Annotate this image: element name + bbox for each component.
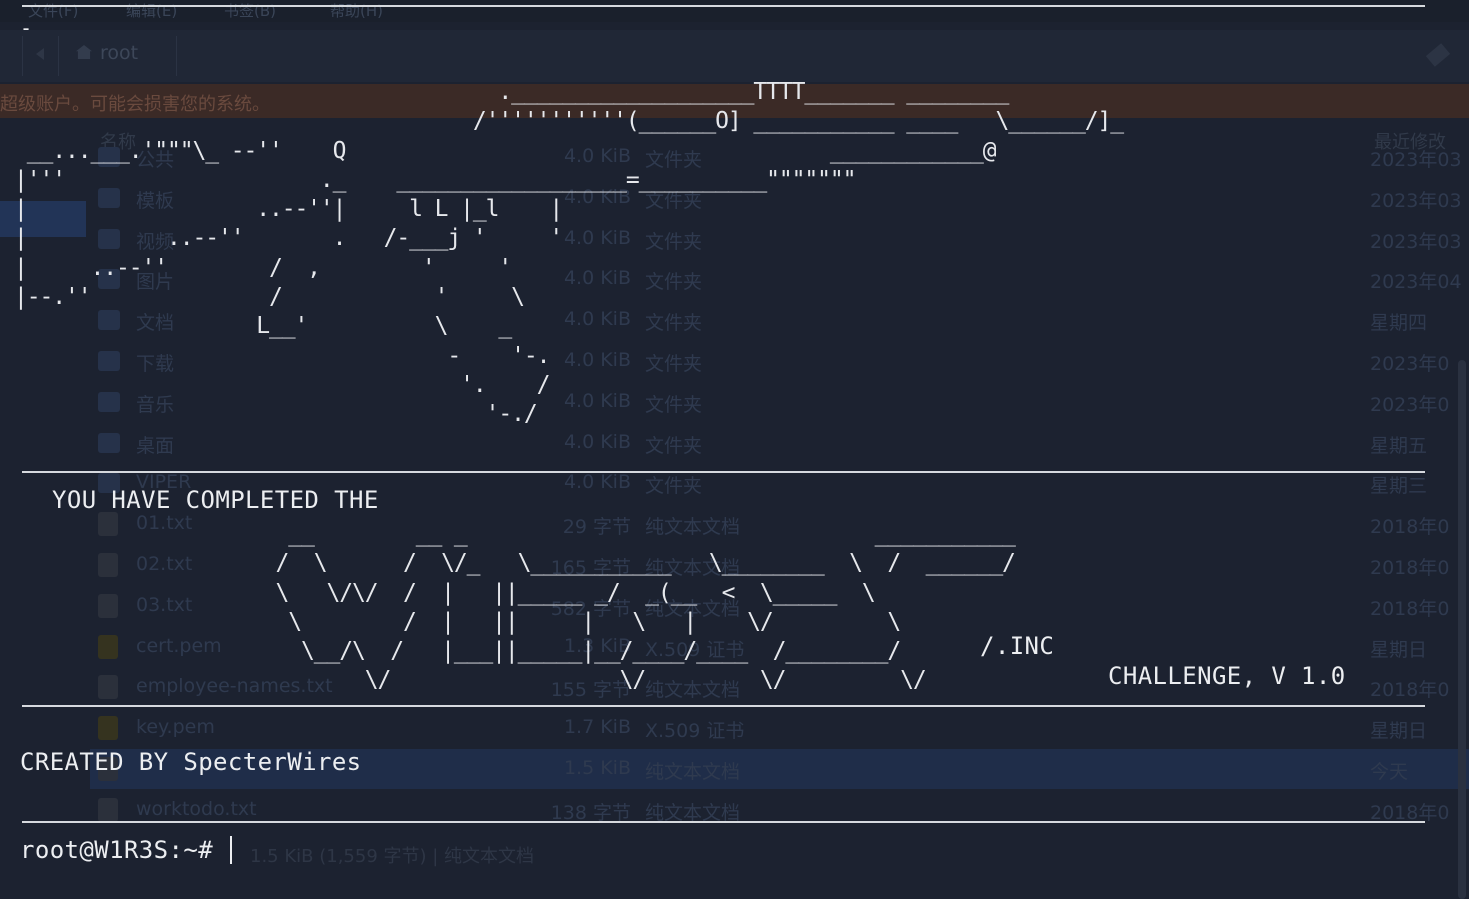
- text-cursor: [229, 836, 232, 864]
- w1r3s-logo-ascii: __ __ _ ___________ / \ / \/_ \_________…: [275, 521, 1015, 694]
- completed-text: YOU HAVE COMPLETED THE: [52, 486, 379, 514]
- terminal-window[interactable]: - .___________________TTTT_______ ______…: [0, 0, 1469, 899]
- terminal-top-cursor: -: [20, 16, 33, 40]
- shell-prompt-line[interactable]: root@W1R3S:~#: [20, 836, 232, 864]
- separator-line: [22, 705, 1425, 707]
- separator-line: [22, 821, 1425, 823]
- created-by-text: CREATED BY SpecterWires: [20, 748, 362, 776]
- gun-ascii-art: .___________________TTTT_______ ________…: [14, 79, 1124, 428]
- shell-prompt: root@W1R3S:~#: [20, 836, 228, 864]
- inc-label: /.INC: [980, 632, 1055, 660]
- separator-line: [22, 5, 1425, 7]
- challenge-version-label: CHALLENGE, V 1.0: [1108, 662, 1346, 690]
- separator-line: [22, 471, 1425, 473]
